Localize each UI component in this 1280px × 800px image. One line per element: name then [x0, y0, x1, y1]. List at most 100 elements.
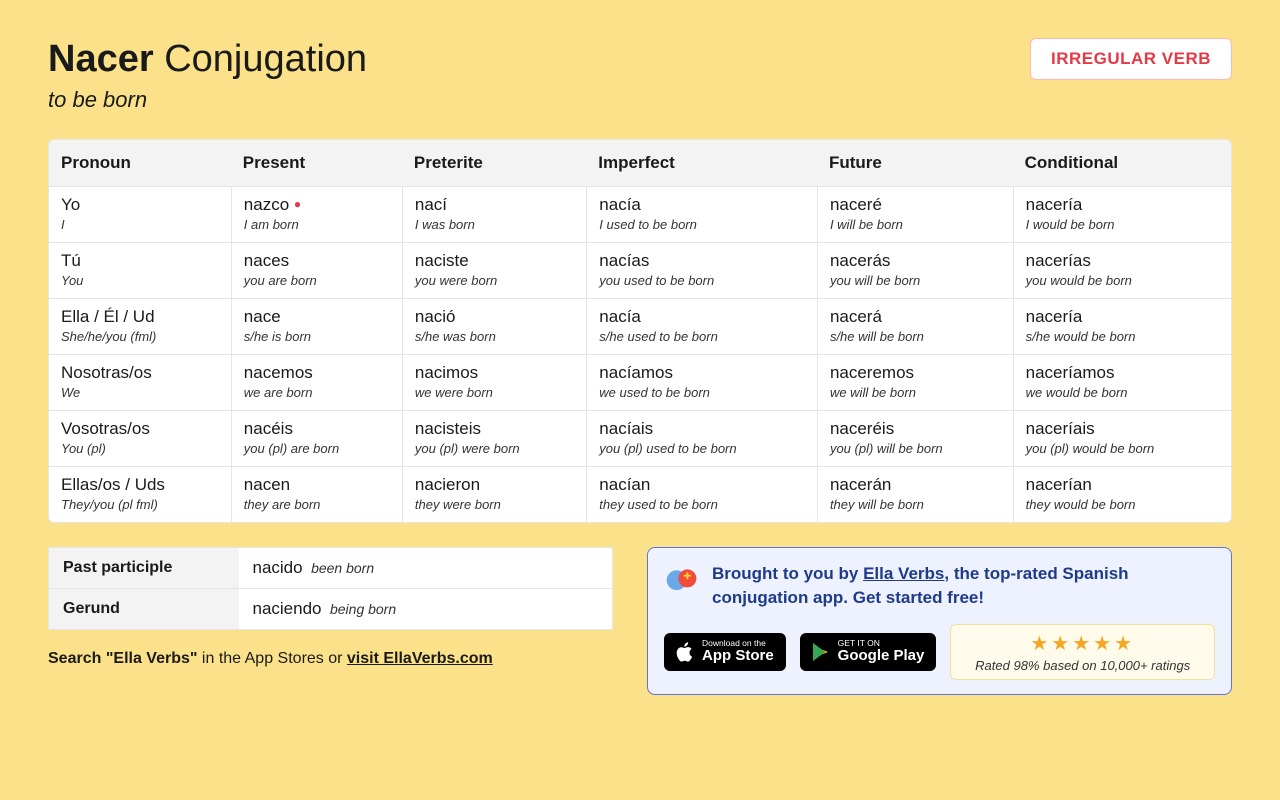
form-translation: we are born: [244, 385, 390, 400]
form-translation: we were born: [415, 385, 574, 400]
pronoun-cell: Vosotras/osYou (pl): [49, 411, 231, 467]
form-translation: they are born: [244, 497, 390, 512]
verb-form: nacimos: [415, 363, 574, 383]
appstore-button[interactable]: Download on the App Store: [664, 633, 786, 671]
verb-form: nazco ●: [244, 195, 390, 215]
verb-form: nacerían: [1026, 475, 1219, 495]
verb-form: nace: [244, 307, 390, 327]
conjugation-cell: nacimos we were born: [402, 355, 586, 411]
conjugation-cell: nacerías/he would be born: [1013, 299, 1231, 355]
col-header: Conditional: [1013, 140, 1231, 187]
conjugation-cell: nacíais you (pl) used to be born: [586, 411, 817, 467]
conjugation-cell: nacían they used to be born: [586, 467, 817, 522]
verb-form: nacéis: [244, 419, 390, 439]
verb-form: nacía: [599, 195, 805, 215]
form-translation: you (pl) used to be born: [599, 441, 805, 456]
page-title: Nacer Conjugation: [48, 38, 367, 81]
verb-form: nacen: [244, 475, 390, 495]
conjugation-cell: nazco ● I am born: [231, 187, 402, 243]
promo-before: Brought to you by: [712, 564, 863, 583]
verb-form: nacieron: [415, 475, 574, 495]
participles-table: Past participlenacido been bornGerund nac…: [48, 547, 613, 630]
pronoun: Ellas/os / Uds: [61, 475, 219, 495]
search-strong: Search "Ella Verbs": [48, 650, 197, 667]
form-translation: they used to be born: [599, 497, 805, 512]
search-hint: Search "Ella Verbs" in the App Stores or…: [48, 650, 613, 668]
form-translation: s/he was born: [415, 329, 574, 344]
participle-translation: being born: [330, 601, 396, 617]
form-translation: you (pl) will be born: [830, 441, 1001, 456]
googleplay-button[interactable]: GET IT ON Google Play: [800, 633, 937, 671]
participle-label: Past participle: [49, 548, 239, 589]
table-row: Vosotras/osYou (pl)nacéisyou (pl) are bo…: [49, 411, 1231, 467]
verb-translation: to be born: [48, 87, 367, 113]
pronoun-cell: Nosotras/osWe: [49, 355, 231, 411]
participle-label: Gerund: [49, 589, 239, 630]
conjugation-cell: nací I was born: [402, 187, 586, 243]
verb-form: nacemos: [244, 363, 390, 383]
conjugation-cell: naces/he is born: [231, 299, 402, 355]
form-translation: you are born: [244, 273, 390, 288]
participle-row: Gerund naciendo being born: [49, 589, 613, 630]
form-translation: you used to be born: [599, 273, 805, 288]
verb-form: nacerás: [830, 251, 1001, 271]
verb-form: naciste: [415, 251, 574, 271]
verb-form: nací: [415, 195, 574, 215]
conjugation-cell: nacéisyou (pl) are born: [231, 411, 402, 467]
form-translation: I would be born: [1026, 217, 1219, 232]
verb-form: naceréis: [830, 419, 1001, 439]
conjugation-cell: naceríamoswe would be born: [1013, 355, 1231, 411]
promo-brand-link[interactable]: Ella Verbs: [863, 564, 944, 583]
pronoun-translation: She/he/you (fml): [61, 329, 219, 344]
title-block: Nacer Conjugation to be born: [48, 38, 367, 113]
form-translation: we will be born: [830, 385, 1001, 400]
verb-form: nacían: [599, 475, 805, 495]
conjugation-cell: naceréis you (pl) will be born: [817, 411, 1013, 467]
pronoun: Yo: [61, 195, 219, 215]
form-translation: I am born: [244, 217, 390, 232]
participle-translation: been born: [311, 560, 374, 576]
participle-value: naciendo: [253, 599, 322, 618]
conjugation-cell: naceríasyou would be born: [1013, 243, 1231, 299]
conjugation-cell: nació s/he was born: [402, 299, 586, 355]
conjugation-cell: naceréI will be born: [817, 187, 1013, 243]
verb-name: Nacer: [48, 38, 154, 80]
visit-link[interactable]: visit EllaVerbs.com: [347, 650, 493, 667]
promo-box: Brought to you by Ella Verbs, the top-ra…: [647, 547, 1232, 695]
table-row: YoI nazco ● I am born nací I was born nacía I …: [49, 187, 1231, 243]
verb-form: nacerá: [830, 307, 1001, 327]
verb-form: nacisteis: [415, 419, 574, 439]
form-translation: I was born: [415, 217, 574, 232]
verb-form: nacerán: [830, 475, 1001, 495]
verb-form: naceremos: [830, 363, 1001, 383]
form-translation: you were born: [415, 273, 574, 288]
form-translation: we used to be born: [599, 385, 805, 400]
pronoun-cell: Ella / Él / UdShe/he/you (fml): [49, 299, 231, 355]
irregular-badge: IRREGULAR VERB: [1030, 38, 1232, 80]
participle-value-cell: nacido been born: [239, 548, 613, 589]
col-header: Imperfect: [586, 140, 817, 187]
conjugation-cell: naceríaI would be born: [1013, 187, 1231, 243]
verb-form: nacerías: [1026, 251, 1219, 271]
pronoun-cell: TúYou: [49, 243, 231, 299]
conjugation-cell: nacerás/he will be born: [817, 299, 1013, 355]
apple-icon: [676, 641, 694, 663]
verb-form: nació: [415, 307, 574, 327]
conjugation-cell: nacíamoswe used to be born: [586, 355, 817, 411]
search-rest: in the App Stores or: [197, 650, 346, 667]
verb-form: nacíais: [599, 419, 805, 439]
rating-text: Rated 98% based on 10,000+ ratings: [961, 658, 1204, 673]
col-header: Pronoun: [49, 140, 231, 187]
form-translation: you (pl) would be born: [1026, 441, 1219, 456]
pronoun-cell: YoI: [49, 187, 231, 243]
conjugation-cell: nacíasyou used to be born: [586, 243, 817, 299]
form-translation: we would be born: [1026, 385, 1219, 400]
conjugation-table: PronounPresentPreteriteImperfectFutureCo…: [48, 139, 1232, 523]
conjugation-cell: nacisteisyou (pl) were born: [402, 411, 586, 467]
conjugation-cell: naciste you were born: [402, 243, 586, 299]
form-translation: they would be born: [1026, 497, 1219, 512]
pronoun-translation: They/you (pl fml): [61, 497, 219, 512]
form-translation: I will be born: [830, 217, 1001, 232]
form-translation: s/he would be born: [1026, 329, 1219, 344]
pronoun: Vosotras/os: [61, 419, 219, 439]
